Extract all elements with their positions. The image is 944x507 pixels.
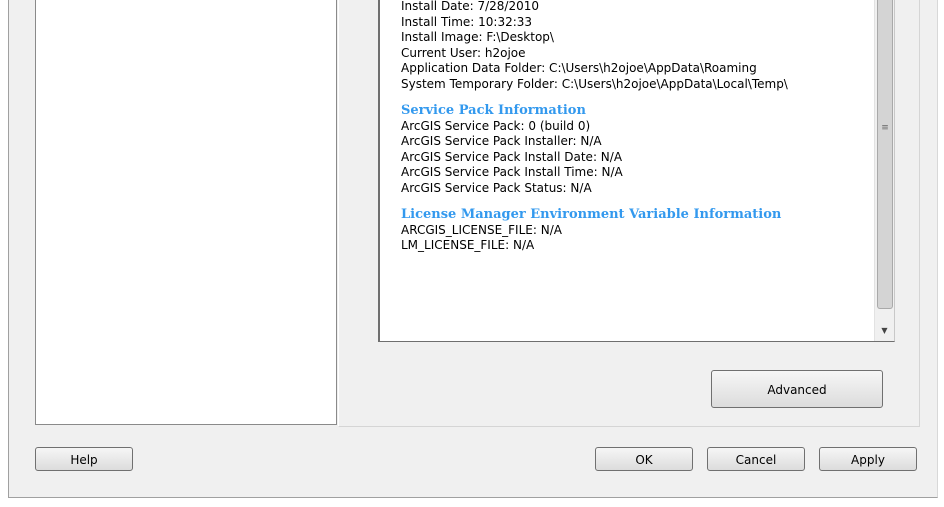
license-manager-line: ARCGIS_LICENSE_FILE: N/A <box>401 222 562 237</box>
license-manager-line: LM_LICENSE_FILE: N/A <box>401 238 535 252</box>
service-pack-heading: Service Pack Information <box>401 103 586 118</box>
install-info-line: System Temporary Folder: C:\Users\h2ojoe… <box>401 76 788 91</box>
install-info-line: Application Data Folder: C:\Users\h2ojoe… <box>401 61 757 75</box>
service-pack-line: ArcGIS Service Pack Install Time: N/A <box>401 165 623 179</box>
grip-icon: ≡ <box>881 123 889 133</box>
apply-button[interactable]: Apply <box>819 447 917 471</box>
license-manager-heading: License Manager Environment Variable Inf… <box>401 207 782 222</box>
cancel-button[interactable]: Cancel <box>707 447 805 471</box>
scroll-down-arrow-icon[interactable]: ▼ <box>875 324 894 338</box>
service-pack-line: ArcGIS Service Pack: 0 (build 0) <box>401 118 591 133</box>
install-info-line: Current User: h2ojoe <box>401 45 526 60</box>
dialog-window: Install Date: 7/28/2010 Install Time: 10… <box>8 0 938 498</box>
install-info-line: Install Date: 7/28/2010 <box>401 0 540 13</box>
service-pack-line: ArcGIS Service Pack Status: N/A <box>401 180 592 195</box>
vertical-scrollbar[interactable]: ≡ ▼ <box>874 0 894 341</box>
service-pack-line: ArcGIS Service Pack Installer: N/A <box>401 134 602 148</box>
system-info-content: Install Date: 7/28/2010 Install Time: 10… <box>401 0 864 254</box>
scrollbar-thumb[interactable]: ≡ <box>877 0 893 309</box>
install-info-line: Install Image: F:\Desktop\ <box>401 30 554 44</box>
install-info-line: Install Time: 10:32:33 <box>401 14 533 29</box>
category-list-panel[interactable] <box>35 0 337 425</box>
system-info-textbox[interactable]: Install Date: 7/28/2010 Install Time: 10… <box>378 0 895 342</box>
ok-button[interactable]: OK <box>595 447 693 471</box>
help-button[interactable]: Help <box>35 447 133 471</box>
advanced-button[interactable]: Advanced <box>711 370 883 408</box>
service-pack-line: ArcGIS Service Pack Install Date: N/A <box>401 149 623 164</box>
